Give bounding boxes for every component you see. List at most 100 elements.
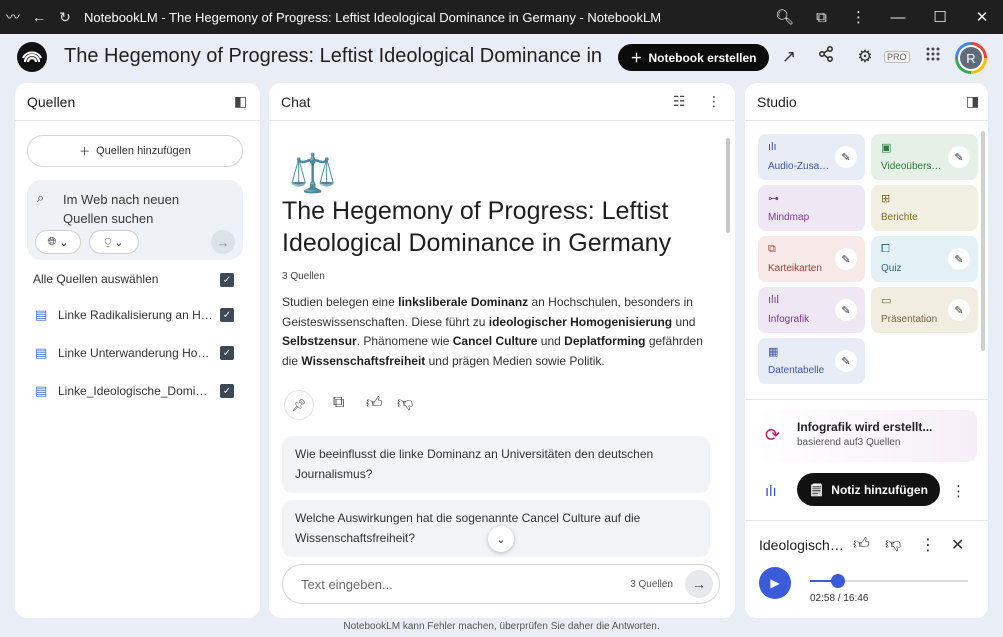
tile-label: Präsentation <box>881 314 938 325</box>
edit-pencil-icon[interactable]: ✎ <box>835 248 857 270</box>
source-item[interactable]: ▤ Linke Radikalisierung an Hochschulen <box>35 307 220 323</box>
notebook-summary: Studien belegen eine linksliberale Domin… <box>282 295 703 368</box>
thumbs-up-icon[interactable]: 👍︎ <box>853 535 870 554</box>
studio-scrollbar[interactable] <box>981 131 985 351</box>
add-sources-button[interactable]: ＋ Quellen hinzufügen <box>27 135 243 167</box>
chevron-down-icon: ⌄ <box>59 236 69 249</box>
analytics-icon[interactable]: ↗ <box>777 45 801 69</box>
close-icon[interactable]: ✕ <box>951 535 964 555</box>
source-checkbox[interactable]: ✓ <box>220 346 234 360</box>
edit-pencil-icon[interactable]: ✎ <box>948 299 970 321</box>
footer-disclaimer: NotebookLM kann Fehler machen, überprüfe… <box>343 621 660 632</box>
more-vert-icon[interactable]: ⋮ <box>920 535 936 555</box>
scale-emoji: ⚖️ <box>289 153 337 195</box>
scroll-down-button[interactable]: ⌄ <box>488 526 514 552</box>
studio-tile-flashcards[interactable]: ⧉ Karteikarten ✎ <box>758 236 865 282</box>
more-vert-icon[interactable]: ⋮ <box>951 482 966 500</box>
studio-tile-reports[interactable]: ⊞ Berichte <box>871 185 978 231</box>
chat-header: Chat ☷ ⋮ <box>269 83 735 121</box>
settings-gear-icon[interactable]: ⚙ <box>853 45 877 69</box>
tune-settings-icon[interactable]: ☷ <box>673 93 686 110</box>
add-note-label: Notiz hinzufügen <box>831 482 928 497</box>
more-vert-icon[interactable]: ⋮ <box>707 93 721 110</box>
input-source-count: 3 Quellen <box>630 578 673 590</box>
collapse-panel-icon[interactable]: ◨ <box>966 93 979 110</box>
add-sources-label: Quellen hinzufügen <box>96 145 191 157</box>
back-arrow-icon[interactable]: ← <box>26 9 52 25</box>
suggested-question[interactable]: Wie beeinflusst die linke Dominanz an Un… <box>282 436 710 493</box>
sources-header: Quellen ◧ <box>15 83 260 121</box>
play-button[interactable]: ▶ <box>759 567 791 599</box>
source-item[interactable]: ▤ Linke_Ideologische_Dominanz <box>35 383 220 399</box>
reload-icon[interactable]: ↻ <box>52 9 78 26</box>
app-cast-icon: 〰 <box>6 9 20 25</box>
studio-tile-presentation[interactable]: ▭ Präsentation ✎ <box>871 287 978 333</box>
globe-icon: 🌐︎ <box>47 235 57 248</box>
studio-header: Studio ◨ <box>745 83 988 121</box>
source-item[interactable]: ▤ Linke Unterwanderung Hochschulen <box>35 345 220 361</box>
close-window-button[interactable]: ✕ <box>961 8 1003 26</box>
extensions-icon[interactable]: ⧉ <box>803 9 840 26</box>
thumbs-down-icon[interactable]: 👎︎ <box>885 535 901 554</box>
notebook-title[interactable]: The Hegemony of Progress: Leftist Ideolo… <box>64 45 604 68</box>
chat-scrollbar[interactable] <box>726 138 730 233</box>
thumbs-down-icon[interactable]: 👎︎ <box>397 394 413 413</box>
web-source-dropdown[interactable]: 🌐︎ ⌄ <box>35 230 81 254</box>
web-search-input[interactable]: Im Web nach neuen Quellen suchen <box>63 190 213 228</box>
edit-pencil-icon[interactable]: ✎ <box>835 299 857 321</box>
user-avatar[interactable]: R <box>955 42 987 74</box>
source-item-label: Linke Radikalisierung an Hochschulen <box>58 308 213 322</box>
research-mode-dropdown[interactable]: ⍜ ⌄ <box>89 230 139 254</box>
video-icon: ▣ <box>881 142 892 154</box>
collapse-panel-icon[interactable]: ◧ <box>234 93 247 110</box>
chat-input[interactable]: Text eingeben... <box>301 577 630 592</box>
studio-tile-datatable[interactable]: ▦ Datentabelle ✎ <box>758 338 865 384</box>
chat-input-bar[interactable]: Text eingeben... 3 Quellen → <box>282 564 720 604</box>
studio-divider <box>745 399 988 400</box>
plus-icon: ＋ <box>79 146 91 158</box>
edit-pencil-icon[interactable]: ✎ <box>835 146 857 168</box>
chat-title: Chat <box>281 93 311 110</box>
studio-tile-audio[interactable]: ılı Audio-Zusammenfassung ✎ <box>758 134 865 180</box>
studio-tile-infographic[interactable]: ılıl Infografik ✎ <box>758 287 865 333</box>
tile-label: Mindmap <box>768 212 810 223</box>
more-vert-icon[interactable]: ⋮ <box>840 8 877 26</box>
edit-pencil-icon[interactable]: ✎ <box>948 146 970 168</box>
generating-infographic-card: ⟳ Infografik wird erstellt... basierend … <box>757 410 977 462</box>
source-checkbox[interactable]: ✓ <box>220 308 234 322</box>
studio-tile-quiz[interactable]: ⧠ Quiz ✎ <box>871 236 978 282</box>
chevron-down-icon: ⌄ <box>114 236 124 249</box>
table-icon: ▦ <box>768 346 779 358</box>
chat-body: ⚖️ The Hegemony of Progress: Leftist Ide… <box>269 122 735 618</box>
share-icon[interactable] <box>814 45 838 69</box>
add-note-button[interactable]: 🗒︎ Notiz hinzufügen <box>797 473 940 506</box>
select-all-checkbox[interactable]: ✓ <box>220 273 234 287</box>
report-icon: ⊞ <box>881 193 891 205</box>
progress-knob[interactable] <box>830 574 845 588</box>
sources-title: Quellen <box>27 93 76 110</box>
create-notebook-label: Notebook erstellen <box>648 50 757 65</box>
edit-pencil-icon[interactable]: ✎ <box>948 248 970 270</box>
create-notebook-button[interactable]: ＋ Notebook erstellen <box>618 44 769 71</box>
notebooklm-logo[interactable] <box>17 42 47 72</box>
copy-icon[interactable]: ⧉ <box>333 394 344 412</box>
apps-grid-icon[interactable] <box>921 45 945 69</box>
player-time: 02:58 / 16:46 <box>810 593 869 604</box>
note-icon: 🗒︎ <box>809 482 825 497</box>
submit-search-button[interactable]: → <box>211 230 235 254</box>
thumbs-up-icon[interactable]: 👍︎ <box>366 394 383 413</box>
studio-tile-mindmap[interactable]: ⊶ Mindmap <box>758 185 865 231</box>
studio-tile-video[interactable]: ▣ Videoübersicht ✎ <box>871 134 978 180</box>
source-checkbox[interactable]: ✓ <box>220 384 234 398</box>
maximize-button[interactable]: ☐ <box>919 8 961 26</box>
edit-pencil-icon[interactable]: ✎ <box>835 350 857 372</box>
chat-panel: Chat ☷ ⋮ ⚖️ The Hegemony of Progress: Le… <box>269 83 735 618</box>
web-search-box[interactable]: ⌕ Im Web nach neuen Quellen suchen 🌐︎ ⌄ ⍜… <box>27 180 243 260</box>
pin-note-button[interactable]: 📌︎ <box>284 390 314 420</box>
flashcards-icon: ⧉ <box>768 243 776 255</box>
minimize-button[interactable]: — <box>877 9 919 26</box>
zoom-icon[interactable]: 🔍︎ <box>766 8 803 26</box>
send-button[interactable]: → <box>685 570 713 598</box>
plus-icon: ＋ <box>630 51 643 65</box>
select-all-label: Alle Quellen auswählen <box>33 272 159 286</box>
